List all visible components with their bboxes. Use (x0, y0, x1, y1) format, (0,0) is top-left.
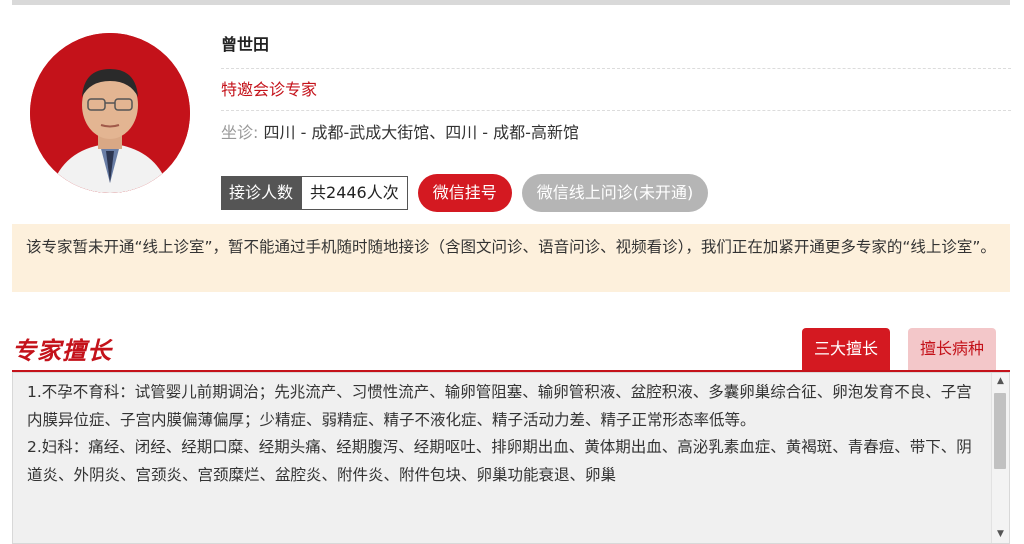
vertical-scrollbar[interactable]: ▲ ▼ (991, 373, 1009, 543)
specialty-item: 2.妇科：痛经、闭经、经期口糜、经期头痛、经期腹泻、经期呕吐、排卵期出血、黄体期… (27, 438, 972, 484)
specialty-item: 1.不孕不育科：试管婴儿前期调治；先兆流产、习惯性流产、输卵管阻塞、输卵管积液、… (27, 383, 972, 429)
visits-label: 接诊人数 (221, 176, 302, 210)
scroll-thumb[interactable] (994, 393, 1006, 469)
specialty-heading: 专家擅长 (12, 336, 112, 365)
doctor-location: 坐诊: 四川 - 成都-武成大街馆、四川 - 成都-高新馆 (221, 112, 1011, 154)
scroll-down-arrow-icon[interactable]: ▼ (992, 526, 1009, 543)
location-label: 坐诊: (221, 123, 259, 142)
tab-specialty-diseases[interactable]: 擅长病种 (908, 328, 997, 370)
location-value: 四川 - 成都-武成大街馆、四川 - 成都-高新馆 (263, 123, 579, 142)
notice-banner: 该专家暂未开通“线上诊室”，暂不能通过手机随时随地接诊（含图文问诊、语音问诊、视… (12, 224, 1010, 292)
stats-row: 接诊人数 共2446人次 微信挂号 微信线上问诊(未开通) (221, 174, 709, 212)
doctor-avatar (30, 33, 190, 193)
specialty-text: 1.不孕不育科：试管婴儿前期调治；先兆流产、习惯性流产、输卵管阻塞、输卵管积液、… (27, 379, 979, 489)
scroll-up-arrow-icon[interactable]: ▲ (992, 373, 1009, 390)
wechat-online-consult-button[interactable]: 微信线上问诊(未开通) (521, 174, 709, 212)
tab-three-specialties[interactable]: 三大擅长 (802, 328, 891, 370)
specialty-header: 专家擅长 三大擅长 擅长病种 (12, 326, 1010, 372)
top-divider (12, 0, 1010, 5)
visits-value: 共2446人次 (301, 176, 408, 210)
wechat-register-button[interactable]: 微信挂号 (417, 174, 512, 212)
doctor-title: 特邀会诊专家 (221, 70, 1011, 111)
doctor-name: 曾世田 (221, 30, 1011, 69)
specialty-textarea[interactable]: 1.不孕不育科：试管婴儿前期调治；先兆流产、习惯性流产、输卵管阻塞、输卵管积液、… (12, 372, 1010, 544)
